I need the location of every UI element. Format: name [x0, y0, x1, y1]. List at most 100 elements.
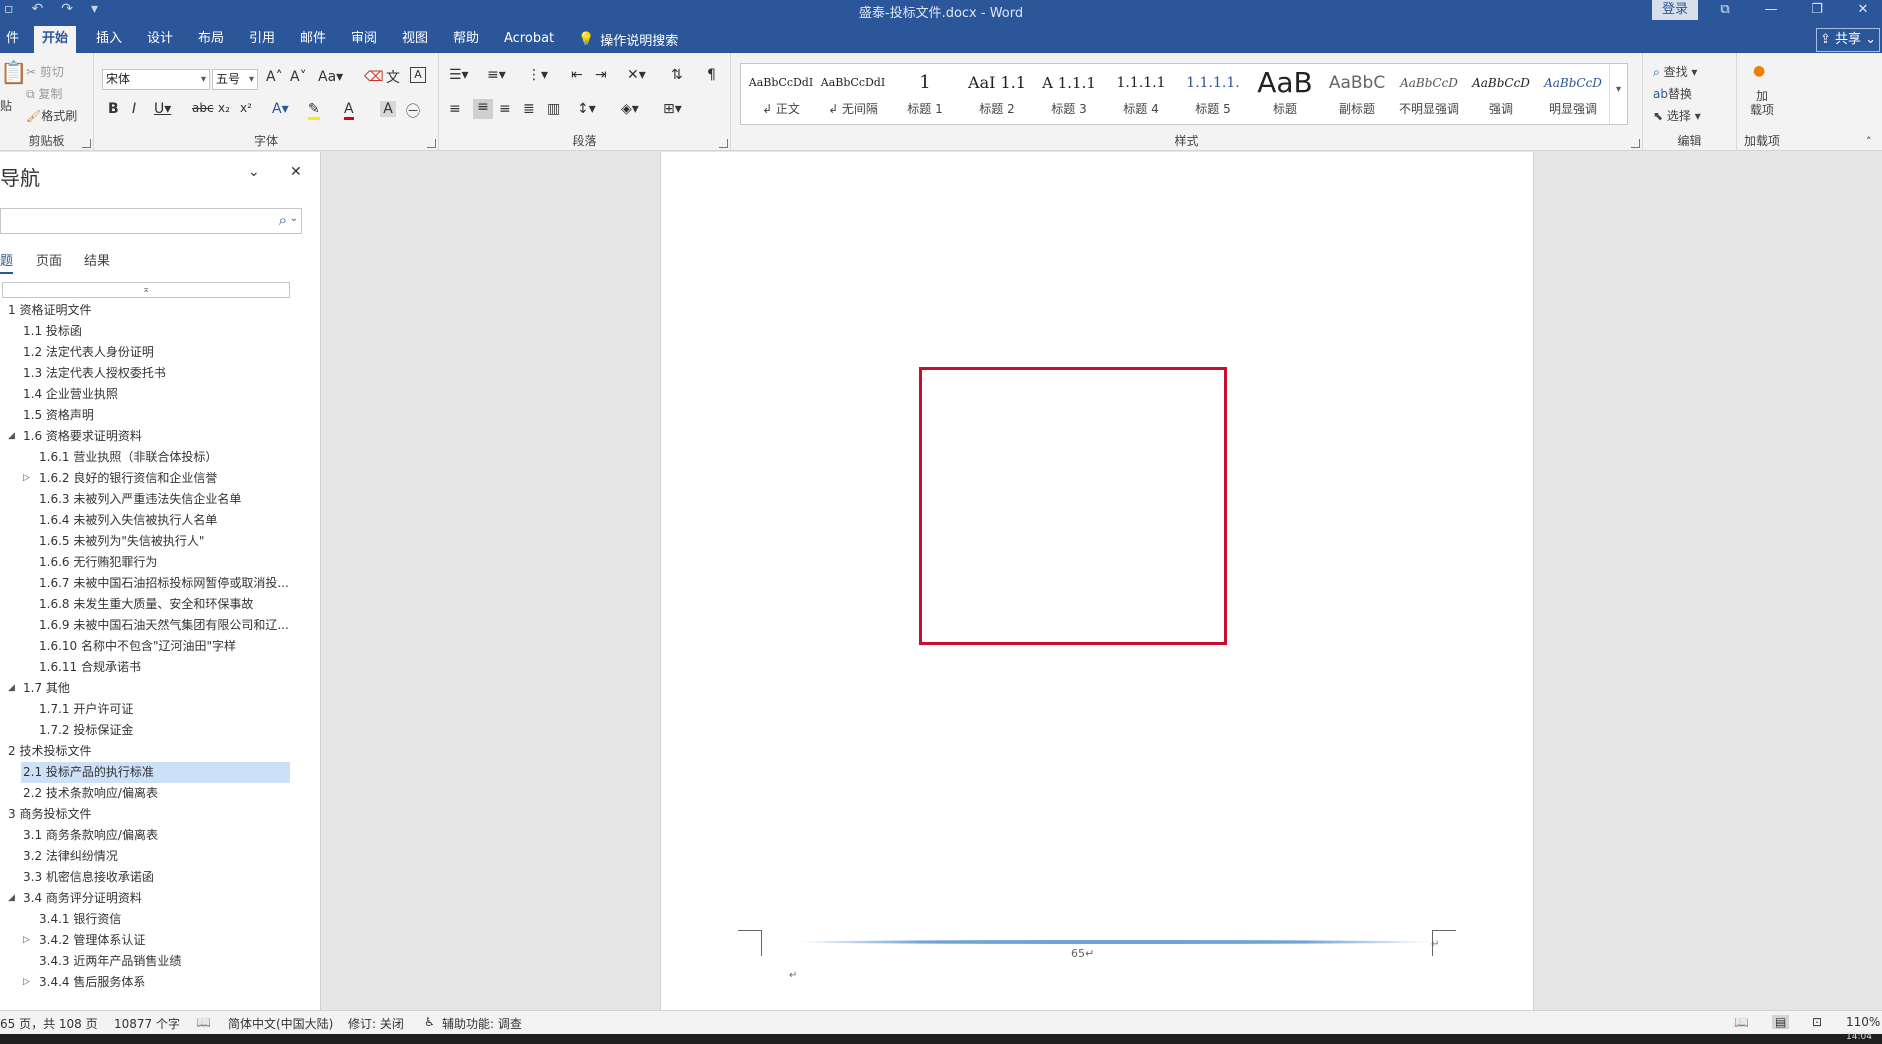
login-button[interactable]: 登录 — [1652, 0, 1698, 20]
clipboard-launcher-icon[interactable] — [82, 139, 91, 148]
close-button[interactable]: ✕ — [1840, 0, 1882, 22]
align-left-icon[interactable]: ≡ — [449, 101, 461, 117]
styles-launcher-icon[interactable] — [1631, 139, 1640, 148]
asian-layout-icon[interactable]: ✕▾ — [627, 67, 646, 83]
nav-heading-item[interactable]: 1.6.11 合规承诺书 — [37, 657, 290, 678]
style-no-spacing[interactable]: AaBbCcDdI ↲ 无间隔 — [817, 66, 889, 122]
nav-heading-item[interactable]: 3.2 法律纠纷情况 — [21, 846, 290, 867]
tab-design[interactable]: 设计 — [139, 26, 181, 53]
collapse-ribbon-icon[interactable]: ˄ — [1866, 135, 1872, 148]
nav-heading-item[interactable]: 1.7 其他 — [21, 678, 290, 699]
paragraph-launcher-icon[interactable] — [719, 139, 728, 148]
font-color-icon[interactable]: A — [344, 101, 354, 120]
bullets-icon[interactable]: ☰▾ — [449, 67, 469, 83]
font-size-select[interactable]: 五号 — [212, 69, 258, 90]
style-subtle-emphasis[interactable]: AaBbCcD 不明显强调 — [1393, 66, 1465, 122]
nav-heading-item[interactable]: 1.6.3 未被列入严重违法失信企业名单 — [37, 489, 290, 510]
status-accessibility[interactable]: 辅助功能: 调查 — [442, 1015, 522, 1032]
chevron-down-icon[interactable]: ⌄ — [290, 213, 298, 224]
nav-heading-item[interactable]: 3.4.3 近两年产品销售业绩 — [37, 951, 290, 972]
style-heading-2[interactable]: AaI 1.1 标题 2 — [961, 66, 1033, 122]
align-right-icon[interactable]: ≡ — [499, 101, 511, 117]
style-emphasis[interactable]: AaBbCcD 强调 — [1465, 66, 1537, 122]
status-page[interactable]: 65 页，共 108 页 — [0, 1015, 98, 1032]
nav-heading-item[interactable]: 2.1 投标产品的执行标准 — [21, 762, 290, 783]
font-name-select[interactable]: 宋体 — [102, 69, 210, 90]
nav-heading-item[interactable]: 2 技术投标文件 — [6, 741, 290, 762]
collapsed-caret-icon[interactable]: ▷ — [23, 468, 30, 489]
collapsed-caret-icon[interactable]: ▷ — [23, 972, 30, 993]
change-case-icon[interactable]: Aa▾ — [318, 69, 343, 85]
paste-button[interactable]: 贴 — [0, 97, 12, 114]
style-intense-emphasis[interactable]: AaBbCcD 明显强调 — [1537, 66, 1609, 122]
nav-options-icon[interactable]: ⌄ — [248, 164, 260, 180]
paste-icon[interactable]: 📋 — [0, 61, 27, 86]
print-layout-icon[interactable]: ▤ — [1772, 1015, 1790, 1029]
text-effects-icon[interactable]: A▾ — [272, 101, 289, 117]
borders-icon[interactable]: ⊞▾ — [663, 101, 682, 117]
nav-search-input[interactable]: ⌕ ⌄ — [0, 208, 302, 234]
tab-references[interactable]: 引用 — [241, 26, 283, 53]
nav-heading-item[interactable]: 1.6.6 无行贿犯罪行为 — [37, 552, 290, 573]
proofing-icon[interactable]: 📖 — [196, 1015, 211, 1029]
nav-heading-item[interactable]: 3 商务投标文件 — [6, 804, 290, 825]
highlight-icon[interactable]: ✎ — [308, 101, 320, 120]
web-layout-icon[interactable]: ⊡ — [1812, 1015, 1822, 1029]
decrease-indent-icon[interactable]: ⇤ — [571, 67, 583, 83]
restore-button[interactable]: ❐ — [1794, 0, 1840, 22]
tab-home[interactable]: 开始 — [34, 26, 77, 53]
nav-heading-item[interactable]: 3.1 商务条款响应/偏离表 — [21, 825, 290, 846]
style-title[interactable]: AaB 标题 — [1249, 66, 1321, 122]
justify-icon[interactable]: ≣ — [523, 101, 535, 117]
minimize-button[interactable]: — — [1748, 0, 1794, 22]
nav-heading-item[interactable]: 3.3 机密信息接收承诺函 — [21, 867, 290, 888]
status-zoom[interactable]: 110% — [1846, 1015, 1880, 1029]
style-heading-5[interactable]: 1.1.1.1. 标题 5 — [1177, 66, 1249, 122]
nav-heading-item[interactable]: 1.6.4 未被列入失信被执行人名单 — [37, 510, 290, 531]
nav-heading-item[interactable]: 1.7.1 开户许可证 — [37, 699, 290, 720]
nav-heading-item[interactable]: 1.6.2 良好的银行资信和企业信誉 — [37, 468, 290, 489]
addins-button[interactable]: 加 载项 — [1745, 89, 1779, 117]
shrink-font-icon[interactable]: A˅ — [290, 69, 307, 85]
italic-button[interactable]: I — [132, 101, 136, 117]
format-painter-button[interactable]: 🖌格式刷 — [26, 107, 77, 124]
clear-formatting-icon[interactable]: ⌫ — [364, 69, 384, 85]
tab-file[interactable]: 件 — [0, 26, 27, 53]
character-border-icon[interactable]: A — [410, 67, 426, 83]
nav-heading-item[interactable]: 1.6.1 营业执照（非联合体投标） — [37, 447, 290, 468]
superscript-button[interactable]: x² — [240, 101, 252, 115]
tell-me-search[interactable]: 💡 操作说明搜索 — [578, 30, 678, 49]
sort-icon[interactable]: ⇅ — [671, 67, 683, 83]
tab-view[interactable]: 视图 — [394, 26, 436, 53]
gallery-more-icon[interactable]: ▾ — [1609, 64, 1627, 124]
expand-caret-icon[interactable]: ◢ — [8, 678, 15, 699]
nav-heading-item[interactable]: 3.4.4 售后服务体系 — [37, 972, 290, 993]
addins-icon[interactable]: ● — [1753, 63, 1765, 79]
ribbon-display-icon[interactable]: ⧉ — [1702, 0, 1748, 22]
phonetic-guide-icon[interactable]: 文 — [386, 67, 400, 87]
style-heading-4[interactable]: 1.1.1.1 标题 4 — [1105, 66, 1177, 122]
tab-insert[interactable]: 插入 — [88, 26, 130, 53]
distributed-icon[interactable]: ▥ — [547, 101, 560, 117]
nav-heading-item[interactable]: 1.3 法定代表人授权委托书 — [21, 363, 290, 384]
line-spacing-icon[interactable]: ↕▾ — [577, 101, 596, 117]
nav-heading-item[interactable]: 2.2 技术条款响应/偏离表 — [21, 783, 290, 804]
nav-heading-item[interactable]: 1.1 投标函 — [21, 321, 290, 342]
style-heading-3[interactable]: A 1.1.1 标题 3 — [1033, 66, 1105, 122]
tab-review[interactable]: 审阅 — [343, 26, 385, 53]
status-language[interactable]: 简体中文(中国大陆) — [228, 1015, 333, 1032]
nav-heading-item[interactable]: 3.4.1 银行资信 — [37, 909, 290, 930]
nav-heading-item[interactable]: 1.6.10 名称中不包含"辽河油田"字样 — [37, 636, 290, 657]
strikethrough-button[interactable]: abc — [192, 101, 214, 115]
show-marks-icon[interactable]: ¶ — [707, 67, 716, 83]
expand-caret-icon[interactable]: ◢ — [8, 888, 15, 909]
nav-heading-item[interactable]: 1.4 企业营业执照 — [21, 384, 290, 405]
nav-heading-item[interactable]: 3.4 商务评分证明资料 — [21, 888, 290, 909]
find-button[interactable]: ⌕ 查找 ▾ — [1653, 63, 1697, 80]
copy-button[interactable]: ⧉ 复制 — [26, 85, 62, 102]
expand-caret-icon[interactable]: ◢ — [8, 426, 15, 447]
underline-button[interactable]: U▾ — [154, 101, 171, 117]
grow-font-icon[interactable]: A˄ — [266, 69, 283, 85]
nav-tab-headings[interactable]: 题 — [0, 250, 14, 274]
numbering-icon[interactable]: ≡▾ — [487, 67, 506, 83]
